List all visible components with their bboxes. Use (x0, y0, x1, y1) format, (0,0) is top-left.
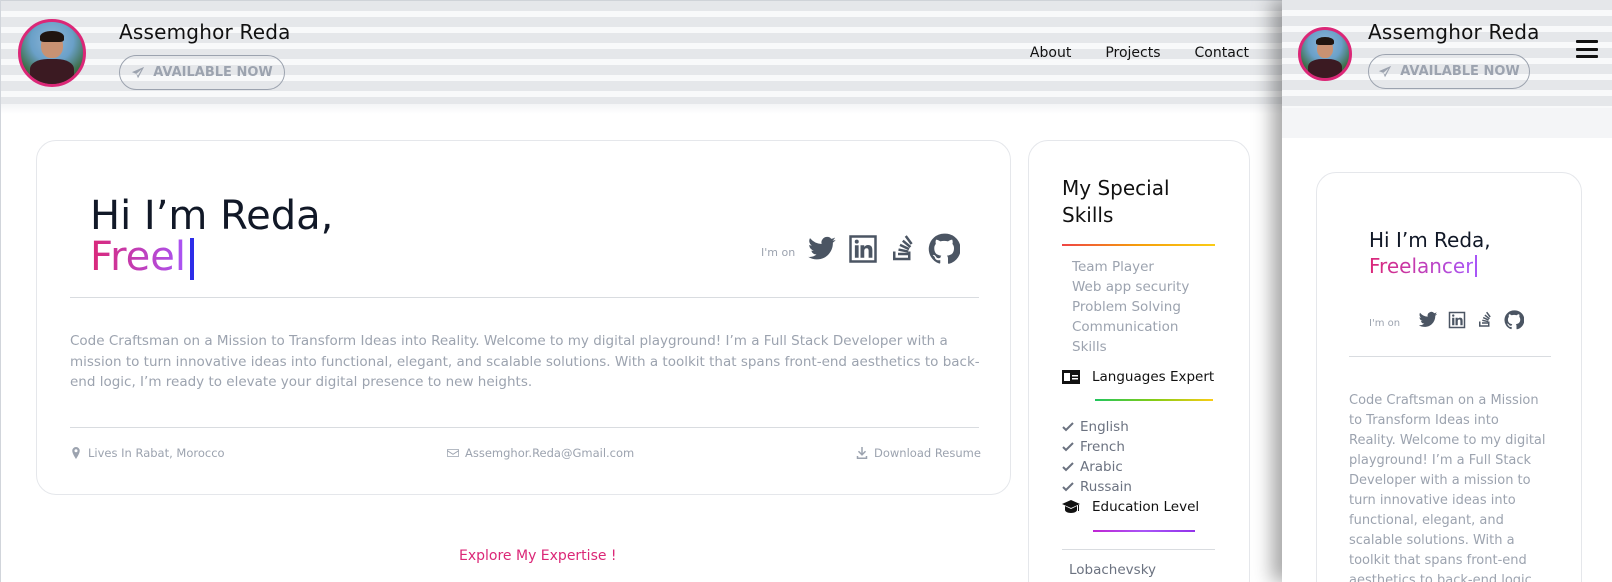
mobile-available-now-button[interactable]: AVAILABLE NOW (1368, 54, 1530, 89)
github-icon[interactable] (928, 233, 960, 265)
intro-card: Hi I’m Reda, Freel I'm on Code Craftsman… (36, 140, 1011, 495)
map-pin-icon (72, 447, 80, 459)
nav-about[interactable]: About (1030, 45, 1071, 61)
education-header: Education Level (1062, 499, 1199, 515)
linkedin-icon[interactable] (848, 234, 878, 264)
skill-item: Team Player (1072, 259, 1154, 275)
language-item: Russain (1062, 479, 1132, 495)
paper-plane-icon (1379, 65, 1392, 77)
languages-title: Languages Expert (1092, 369, 1215, 385)
language-item: French (1062, 439, 1125, 455)
linkedin-icon[interactable] (1448, 311, 1466, 329)
skill-item: Web app security (1072, 279, 1190, 295)
site-header: Assemghor Reda AVAILABLE NOW About Proje… (1, 0, 1282, 114)
language-item: English (1062, 419, 1129, 435)
mobile-view: Assemghor Reda AVAILABLE NOW Hi I’m Reda… (1282, 0, 1612, 582)
mobile-hero-description: Code Craftsman on a Mission to Transform… (1349, 393, 1546, 582)
skill-item: Problem Solving (1072, 299, 1181, 315)
language-item: Arabic (1062, 459, 1123, 475)
desktop-view: Assemghor Reda AVAILABLE NOW About Proje… (0, 0, 1282, 582)
check-icon (1062, 482, 1074, 492)
mobile-typing-cursor (1475, 255, 1477, 277)
site-name[interactable]: Assemghor Reda (119, 20, 291, 44)
skills-underline (1062, 244, 1215, 246)
email-text: Assemghor.Reda@Gmail.com (465, 446, 635, 460)
hero-description: Code Craftsman on a Mission to Transform… (70, 333, 980, 390)
education-item: Lobachevsky (1069, 562, 1157, 578)
available-now-label: AVAILABLE NOW (153, 65, 273, 80)
hero-role-typed: Freel (90, 234, 186, 280)
education-underline (1093, 530, 1195, 532)
check-icon (1062, 462, 1074, 472)
divider (1062, 549, 1215, 550)
skills-card: My Special Skills Team Player Web app se… (1028, 140, 1250, 582)
mobile-avatar[interactable] (1298, 27, 1352, 81)
github-icon[interactable] (1504, 310, 1524, 330)
mobile-header-shade (1282, 108, 1612, 138)
mobile-divider (1349, 356, 1551, 357)
menu-icon[interactable] (1576, 40, 1598, 58)
id-card-icon (1062, 370, 1080, 384)
skill-item: Skills (1072, 339, 1107, 355)
download-resume-link[interactable]: Download Resume (856, 446, 981, 460)
main-nav: About Projects Contact (1030, 45, 1249, 61)
divider (70, 427, 979, 428)
twitter-icon[interactable] (1418, 310, 1438, 330)
languages-header: Languages Expert (1062, 369, 1214, 385)
check-icon (1062, 442, 1074, 452)
available-now-label: AVAILABLE NOW (1400, 64, 1520, 79)
location: Lives In Rabat, Morocco (70, 446, 225, 460)
mobile-hero-role: Freelancer (1369, 254, 1474, 278)
mobile-hero-greeting: Hi I’m Reda, (1369, 228, 1491, 252)
envelope-icon (447, 449, 459, 457)
check-icon (1062, 422, 1074, 432)
stackoverflow-icon[interactable] (888, 234, 918, 264)
skills-title: My Special Skills (1062, 176, 1170, 227)
nav-projects[interactable]: Projects (1105, 45, 1160, 61)
location-text: Lives In Rabat, Morocco (88, 446, 225, 460)
languages-underline (1095, 399, 1213, 401)
download-resume-text: Download Resume (874, 446, 981, 460)
stackoverflow-icon[interactable] (1476, 311, 1494, 329)
im-on-label: I'm on (761, 246, 796, 259)
twitter-icon[interactable] (806, 234, 838, 264)
mobile-site-name[interactable]: Assemghor Reda (1368, 20, 1540, 44)
download-icon (856, 447, 868, 459)
skill-item: Communication (1072, 319, 1179, 335)
avatar[interactable] (18, 19, 86, 87)
mobile-intro-card: Hi I’m Reda, Freelancer I'm on Code Craf… (1316, 172, 1582, 582)
education-title: Education Level (1092, 499, 1200, 515)
typing-cursor (190, 238, 194, 280)
mobile-social-links (1418, 310, 1524, 330)
graduation-cap-icon (1062, 500, 1080, 513)
email-link[interactable]: Assemghor.Reda@Gmail.com (447, 446, 634, 460)
social-links (806, 233, 960, 265)
hero-greeting: Hi I’m Reda, (90, 193, 334, 239)
paper-plane-icon (132, 66, 145, 78)
divider (70, 297, 979, 298)
available-now-button[interactable]: AVAILABLE NOW (119, 55, 285, 90)
explore-expertise-link[interactable]: Explore My Expertise ! (459, 548, 617, 564)
mobile-im-on-label: I'm on (1369, 318, 1401, 329)
nav-contact[interactable]: Contact (1195, 45, 1249, 61)
